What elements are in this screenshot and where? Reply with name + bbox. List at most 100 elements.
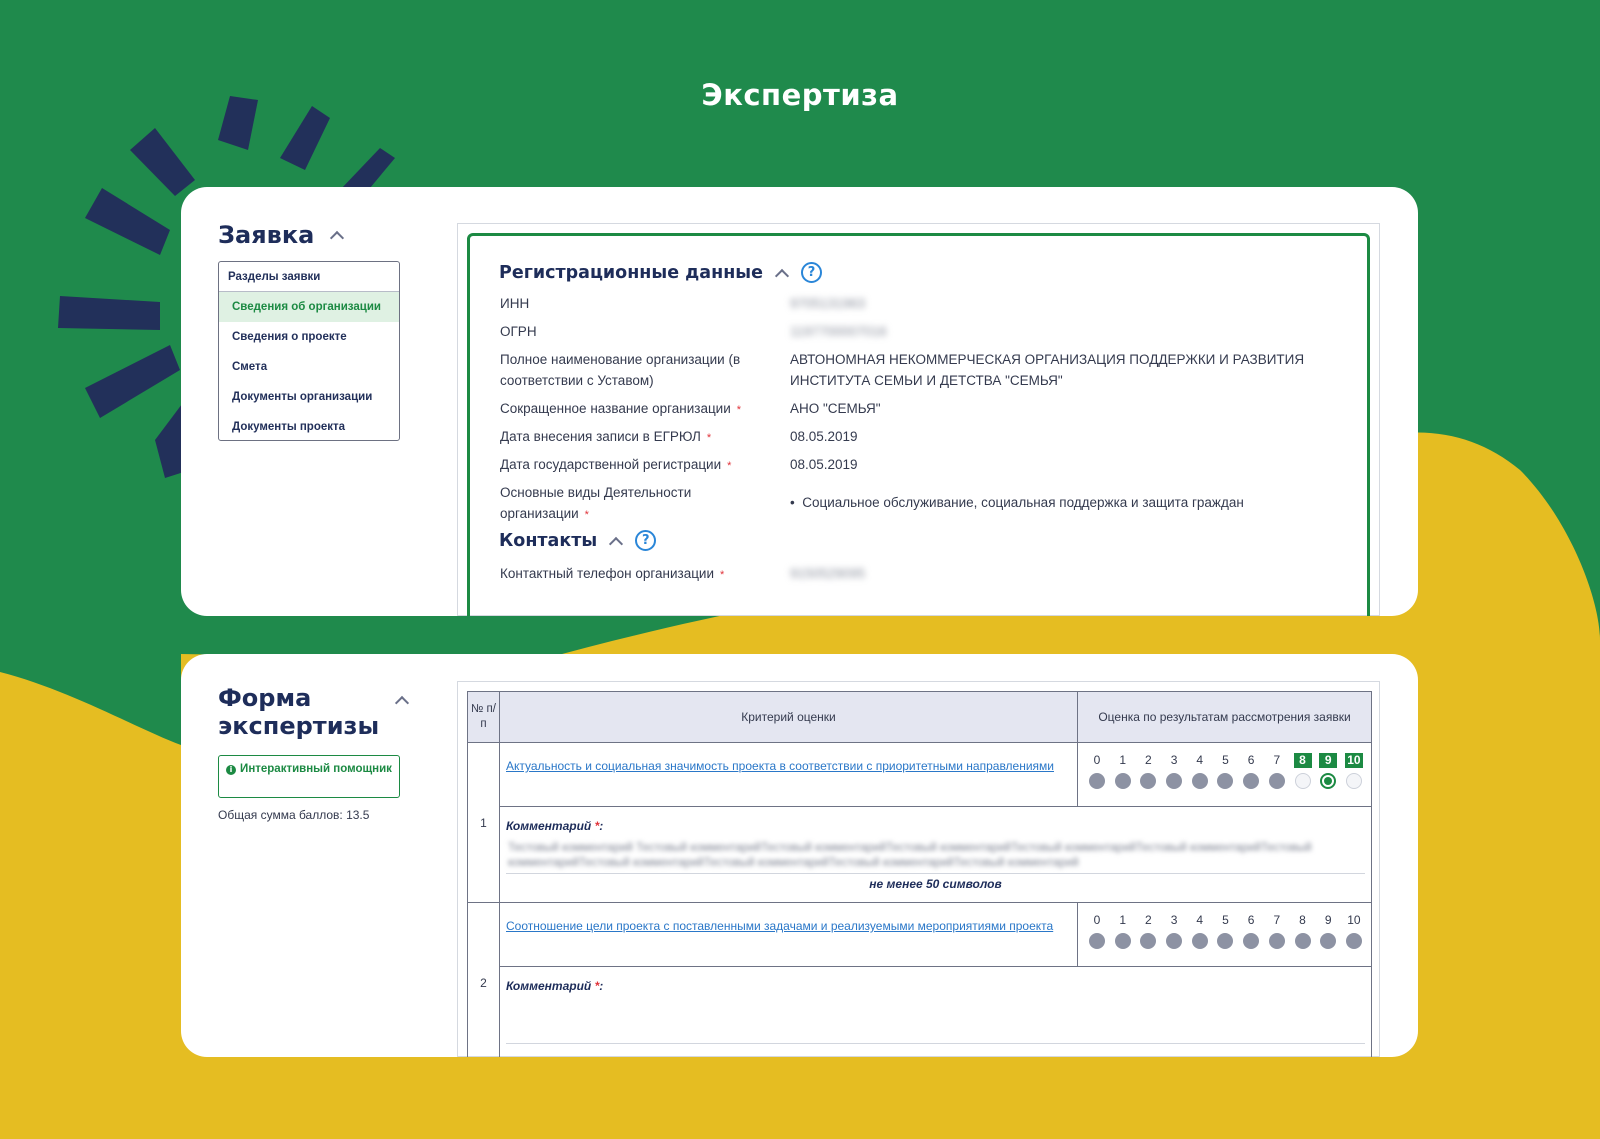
score-radio[interactable] — [1294, 773, 1311, 789]
score-radio[interactable] — [1089, 773, 1105, 789]
score-option-1[interactable]: 1 — [1114, 753, 1132, 789]
field-value-full-name: АВТОНОМНАЯ НЕКОММЕРЧЕСКАЯ ОРГАНИЗАЦИЯ ПО… — [790, 352, 1305, 388]
score-radio[interactable] — [1268, 933, 1285, 949]
score-radio[interactable] — [1294, 933, 1311, 949]
comment-cell: Комментарий *: — [499, 966, 1372, 1057]
column-header-num: № п/п — [467, 691, 500, 743]
score-option-6[interactable]: 6 — [1242, 753, 1260, 789]
section-item-project-documents[interactable]: Документы проекта — [219, 412, 399, 442]
score-radio[interactable] — [1114, 933, 1131, 949]
row-number: 2 — [467, 902, 500, 1057]
contacts-title: Контакты — [499, 530, 598, 551]
score-radio[interactable] — [1166, 773, 1183, 789]
required-mark: * — [736, 404, 742, 416]
table-row: 2 Соотношение цели проекта с поставленны… — [467, 902, 1372, 1057]
score-radio[interactable] — [1217, 773, 1234, 789]
score-option-7[interactable]: 7 — [1268, 913, 1286, 949]
score-radio[interactable] — [1243, 933, 1260, 949]
section-item-budget[interactable]: Смета — [219, 352, 399, 382]
interactive-helper-button[interactable]: i Интерактивный помощник — [218, 755, 400, 798]
application-content-panel: Регистрационные данные ? ИНН 9705131963 … — [457, 223, 1380, 616]
score-radio[interactable] — [1243, 773, 1260, 789]
score-option-8[interactable]: 8 — [1293, 753, 1312, 789]
expertise-card: Форма экспертизы i Интерактивный помощник… — [181, 654, 1418, 1057]
score-number: 9 — [1324, 913, 1332, 927]
comment-textarea[interactable]: Тестовый комментарий Тестовый комментари… — [500, 833, 1371, 869]
score-radio[interactable] — [1217, 933, 1234, 949]
score-option-10[interactable]: 10 — [1344, 753, 1363, 789]
score-option-4[interactable]: 4 — [1191, 913, 1209, 949]
collapse-chevron-icon[interactable] — [774, 268, 790, 283]
score-option-0[interactable]: 0 — [1088, 753, 1106, 789]
score-radio[interactable] — [1191, 933, 1208, 949]
score-number: 8 — [1293, 753, 1312, 768]
application-card: Заявка Разделы заявки Сведения об органи… — [181, 187, 1418, 616]
score-option-3[interactable]: 3 — [1165, 913, 1183, 949]
expertise-title: Форма экспертизы — [218, 684, 380, 740]
criterion-link[interactable]: Актуальность и социальная значимость про… — [500, 743, 1077, 774]
score-option-6[interactable]: 6 — [1242, 913, 1260, 949]
field-label-inn: ИНН — [500, 296, 530, 311]
comment-label: Комментарий *: — [506, 979, 604, 993]
score-option-8[interactable]: 8 — [1294, 913, 1312, 949]
criterion-cell: Соотношение цели проекта с поставленными… — [499, 902, 1078, 967]
score-option-2[interactable]: 2 — [1139, 913, 1157, 949]
collapse-chevron-icon[interactable] — [609, 536, 624, 551]
section-item-org-documents[interactable]: Документы организации — [219, 382, 399, 412]
score-number: 8 — [1299, 913, 1306, 927]
criteria-panel: № п/п Критерий оценки Оценка по результа… — [457, 681, 1380, 1057]
field-label-egrul-date: Дата внесения записи в ЕГРЮЛ * — [500, 429, 712, 444]
row-number: 1 — [467, 742, 500, 903]
score-radio[interactable] — [1191, 773, 1208, 789]
score-cell: 0 1 2 3 4 5 6 7 8 9 10 — [1077, 902, 1372, 967]
sections-header: Разделы заявки — [219, 262, 399, 292]
field-label-activities: Основные виды Деятельности организации * — [500, 485, 692, 521]
score-radio[interactable] — [1345, 933, 1362, 949]
score-radio[interactable] — [1140, 933, 1157, 949]
field-value-inn: 9705131963 — [790, 296, 866, 311]
comment-row: Комментарий *: — [468, 966, 1372, 1057]
score-number: 3 — [1170, 753, 1178, 767]
score-option-4[interactable]: 4 — [1191, 753, 1209, 789]
column-header-criterion: Критерий оценки — [499, 691, 1078, 743]
section-item-organization[interactable]: Сведения об организации — [219, 292, 399, 322]
expertise-header: Форма экспертизы — [218, 684, 410, 740]
application-header: Заявка — [218, 221, 345, 249]
score-option-2[interactable]: 2 — [1139, 753, 1157, 789]
score-option-3[interactable]: 3 — [1165, 753, 1183, 789]
criterion-cell: Актуальность и социальная значимость про… — [499, 742, 1078, 807]
required-mark: * — [706, 432, 712, 444]
score-radio[interactable] — [1320, 933, 1337, 949]
application-sections-nav: Разделы заявки Сведения об организации С… — [218, 261, 400, 441]
score-number: 7 — [1273, 753, 1281, 767]
comment-textarea[interactable] — [500, 993, 1371, 1039]
help-icon[interactable]: ? — [801, 262, 822, 283]
score-radio-selected[interactable] — [1320, 773, 1337, 789]
score-option-9[interactable]: 9 — [1319, 913, 1337, 949]
contacts-section-header: Контакты ? — [499, 530, 657, 551]
score-option-5[interactable]: 5 — [1216, 753, 1234, 789]
score-option-0[interactable]: 0 — [1088, 913, 1106, 949]
score-number: 7 — [1273, 913, 1281, 927]
score-radio[interactable] — [1114, 773, 1131, 789]
comment-cell: Комментарий *: Тестовый комментарий Тест… — [499, 806, 1372, 903]
score-radio[interactable] — [1089, 933, 1105, 949]
score-option-1[interactable]: 1 — [1114, 913, 1132, 949]
score-option-10[interactable]: 10 — [1345, 913, 1363, 949]
criterion-link[interactable]: Соотношение цели проекта с поставленными… — [500, 903, 1077, 934]
score-radio[interactable] — [1140, 773, 1157, 789]
score-radio[interactable] — [1345, 773, 1362, 789]
help-icon[interactable]: ? — [635, 530, 657, 551]
collapse-chevron-icon[interactable] — [330, 230, 345, 246]
field-label-full-name: Полное наименование организации (в соотв… — [500, 352, 741, 388]
score-option-7[interactable]: 7 — [1268, 753, 1286, 789]
score-option-9[interactable]: 9 — [1319, 753, 1338, 789]
score-option-5[interactable]: 5 — [1216, 913, 1234, 949]
score-number: 1 — [1119, 913, 1127, 927]
section-item-project[interactable]: Сведения о проекте — [219, 322, 399, 352]
score-radio[interactable] — [1268, 773, 1285, 789]
score-radio[interactable] — [1166, 933, 1183, 949]
collapse-chevron-icon[interactable] — [395, 695, 410, 711]
field-label-registration-date: Дата государственной регистрации * — [500, 457, 732, 472]
required-mark: * — [584, 509, 589, 521]
